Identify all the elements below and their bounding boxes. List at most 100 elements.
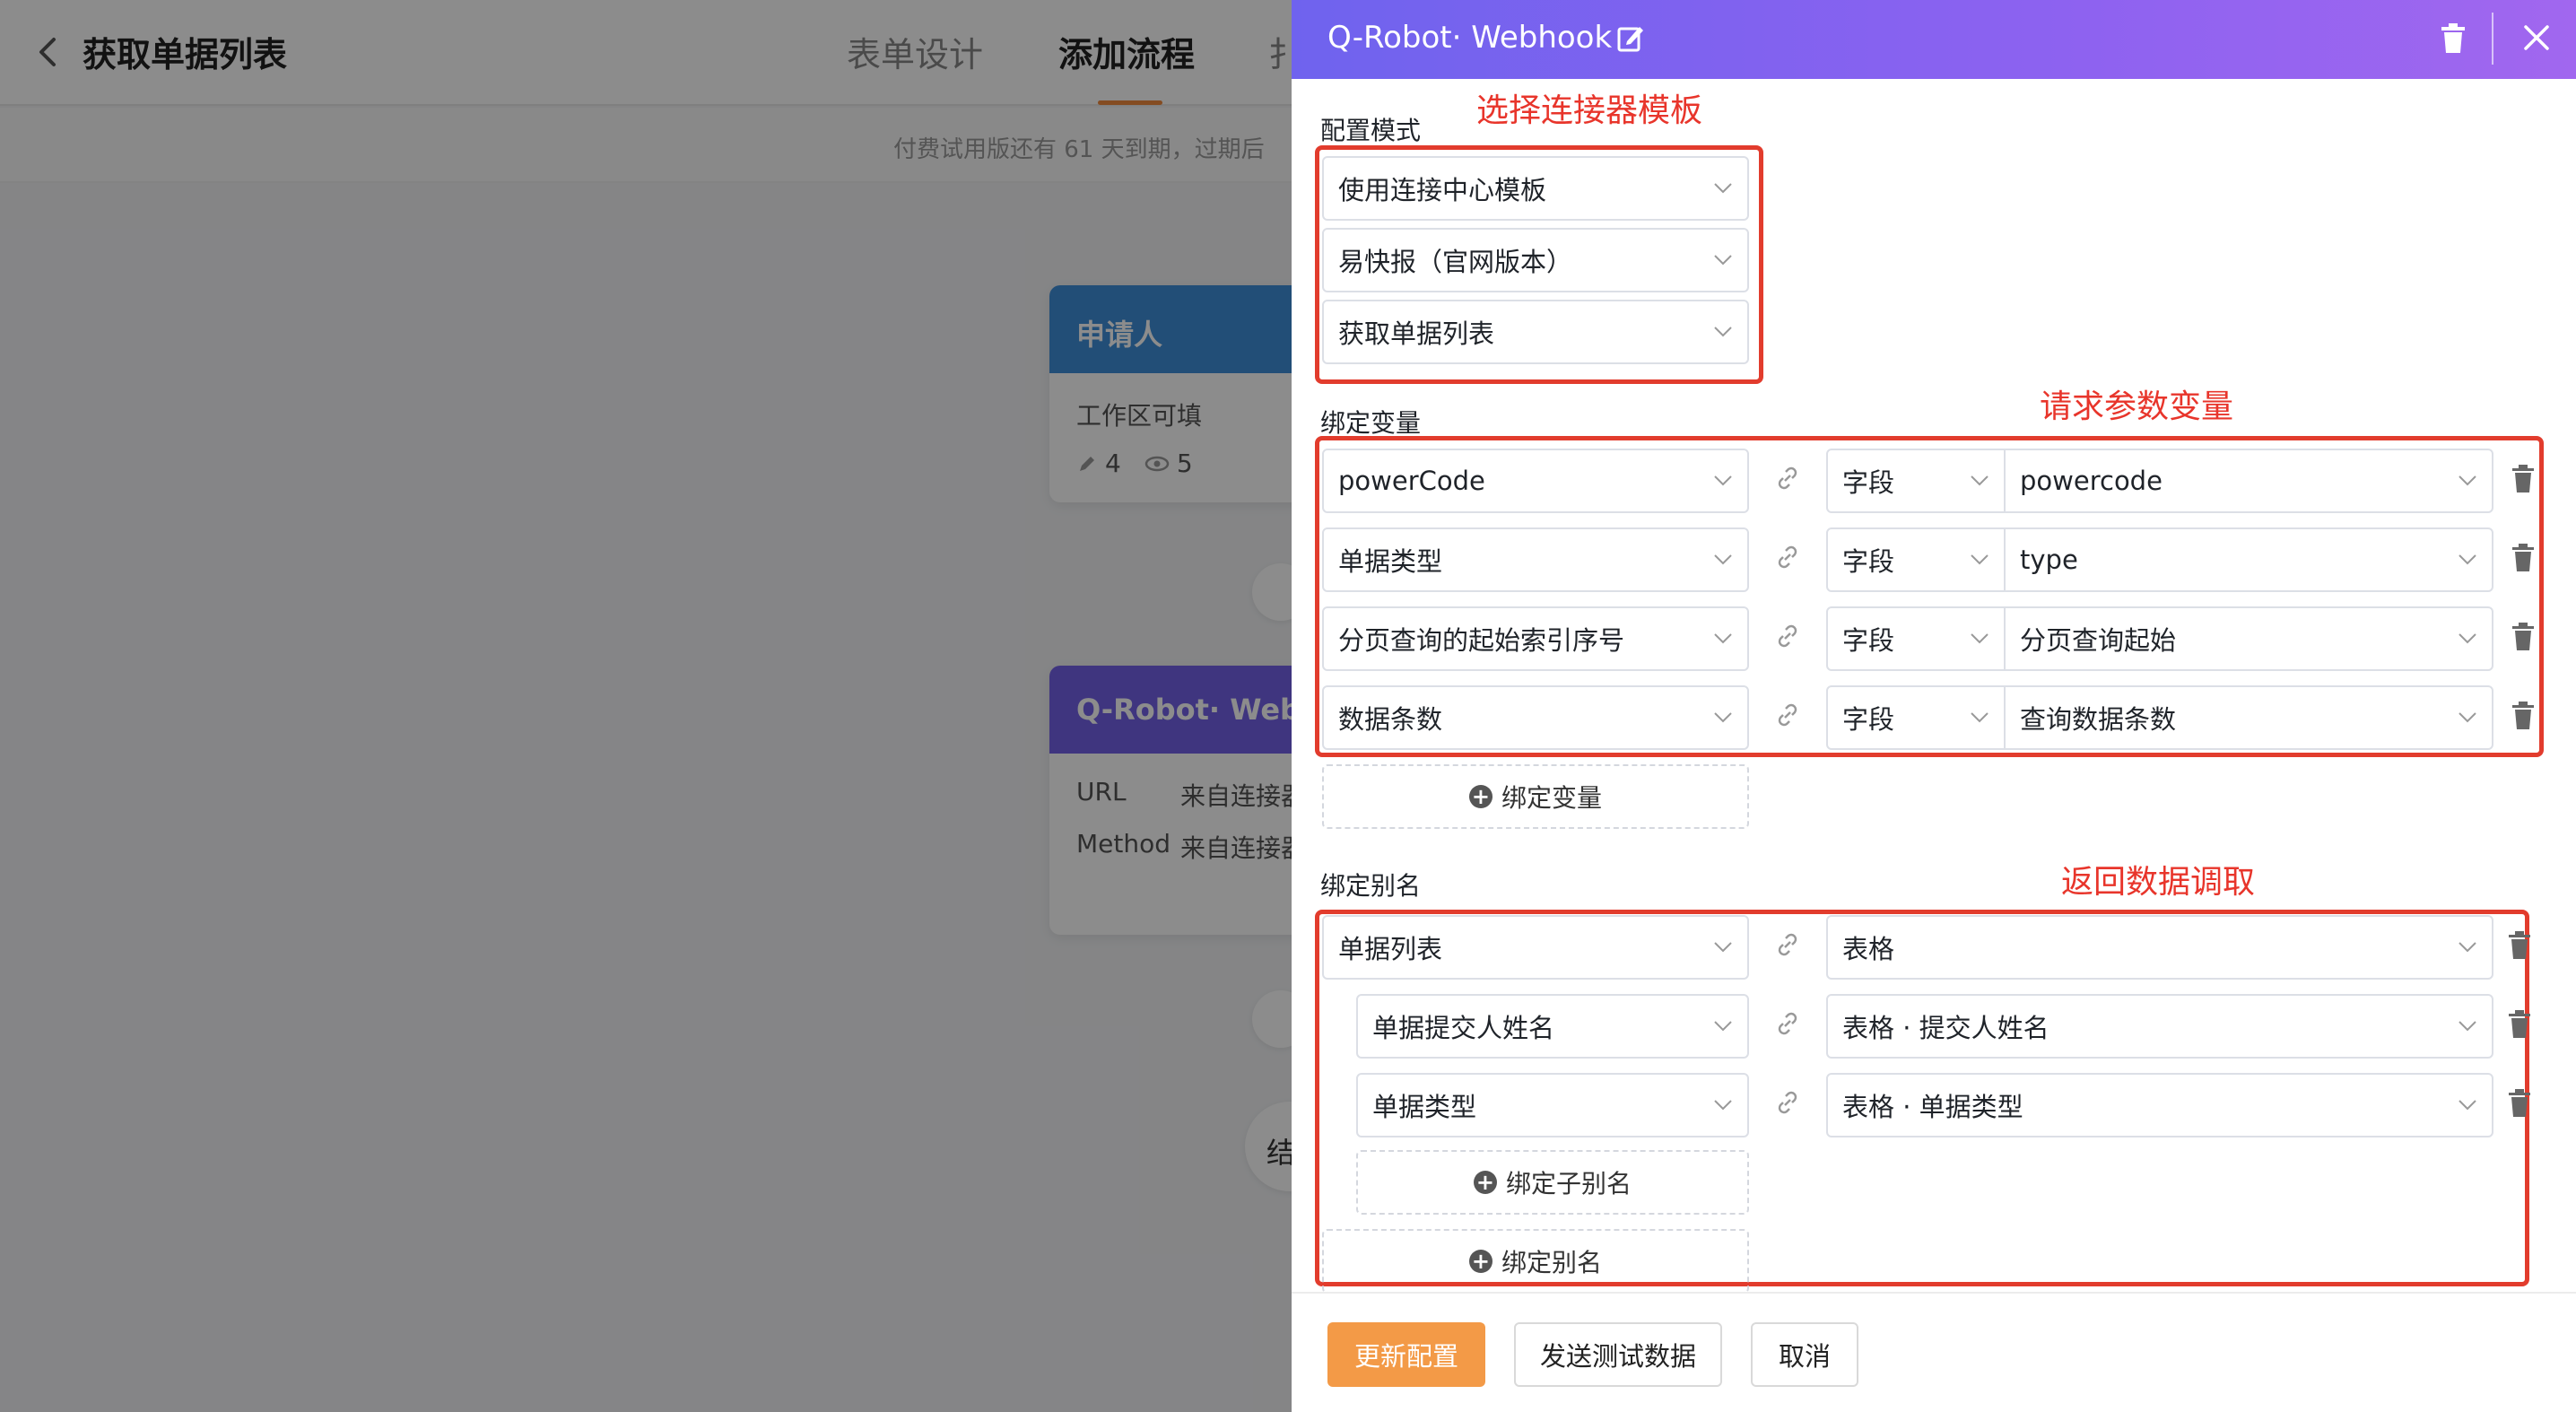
- link-icon: [1774, 931, 1801, 962]
- child-alias-value-select[interactable]: 表格 · 提交人姓名: [1826, 994, 2493, 1059]
- chevron-down-icon: [1714, 554, 1732, 565]
- delete-variable-icon[interactable]: [2511, 544, 2535, 576]
- link-icon: [1774, 623, 1801, 653]
- variable-kind-select[interactable]: 字段: [1826, 685, 2006, 750]
- delete-variable-icon[interactable]: [2511, 623, 2535, 655]
- variable-value-select[interactable]: powercode: [2004, 449, 2493, 513]
- variable-value: 分页查询起始: [2020, 625, 2177, 656]
- close-icon[interactable]: [2520, 22, 2553, 54]
- child-alias-name: 单据类型: [1372, 1092, 1477, 1122]
- variable-value-select[interactable]: 查询数据条数: [2004, 685, 2493, 750]
- action-value: 获取单据列表: [1338, 318, 1495, 349]
- chevron-down-icon: [1714, 633, 1732, 644]
- template-mode-value: 使用连接中心模板: [1338, 175, 1547, 205]
- variable-value-select[interactable]: 分页查询起始: [2004, 606, 2493, 671]
- variable-kind-select[interactable]: 字段: [1826, 449, 2006, 513]
- link-icon: [1774, 1089, 1801, 1120]
- variable-param-name: powerCode: [1338, 466, 1485, 496]
- template-mode-select[interactable]: 使用连接中心模板: [1322, 156, 1749, 221]
- variable-kind: 字段: [1842, 467, 1895, 498]
- variable-param-select[interactable]: 数据条数: [1322, 685, 1749, 750]
- chevron-down-icon: [2459, 554, 2476, 565]
- modal-overlay[interactable]: [0, 0, 1292, 1412]
- chevron-down-icon: [1714, 1100, 1732, 1111]
- delete-child-alias-icon[interactable]: [2508, 1010, 2531, 1042]
- variable-value: type: [2020, 545, 2078, 575]
- add-variable-label: 绑定变量: [1501, 783, 1602, 813]
- chevron-down-icon: [2459, 1100, 2476, 1111]
- alias-parent-select[interactable]: 单据列表: [1322, 915, 1749, 980]
- send-test-data-button[interactable]: 发送测试数据: [1514, 1322, 1722, 1387]
- link-icon: [1774, 544, 1801, 574]
- bind-alias-label: 绑定别名: [1320, 871, 1422, 901]
- add-alias-button[interactable]: + 绑定别名: [1322, 1229, 1749, 1294]
- chevron-down-icon: [2459, 942, 2476, 953]
- variable-kind-select[interactable]: 字段: [1826, 527, 2006, 592]
- variable-kind: 字段: [1842, 704, 1895, 735]
- plus-circle-icon: +: [1468, 785, 1493, 808]
- header-divider: [2492, 13, 2493, 65]
- alias-parent-value-select[interactable]: 表格: [1826, 915, 2493, 980]
- chevron-down-icon: [1714, 327, 1732, 337]
- edit-title-icon[interactable]: [1616, 23, 1645, 54]
- link-icon: [1774, 1010, 1801, 1041]
- chevron-down-icon: [2459, 712, 2476, 723]
- variable-value-select[interactable]: type: [2004, 527, 2493, 592]
- bind-vars-label: 绑定变量: [1320, 408, 1422, 438]
- chevron-down-icon: [1971, 475, 1989, 486]
- chevron-down-icon: [2459, 475, 2476, 486]
- child-alias-name: 单据提交人姓名: [1372, 1013, 1555, 1043]
- footer-divider: [1292, 1292, 2576, 1294]
- link-icon: [1774, 465, 1801, 495]
- variable-param-select[interactable]: powerCode: [1322, 449, 1749, 513]
- add-variable-button[interactable]: + 绑定变量: [1322, 764, 1749, 829]
- variable-param-select[interactable]: 单据类型: [1322, 527, 1749, 592]
- annotation-select-template: 选择连接器模板: [1476, 92, 1703, 129]
- connector-select[interactable]: 易快报（官网版本）: [1322, 228, 1749, 292]
- alias-parent-name: 单据列表: [1338, 934, 1443, 964]
- delete-alias-icon[interactable]: [2508, 931, 2531, 963]
- variable-param-name: 分页查询的起始索引序号: [1338, 625, 1625, 656]
- link-icon: [1774, 702, 1801, 732]
- variable-param-name: 单据类型: [1338, 546, 1443, 577]
- child-alias-select[interactable]: 单据类型: [1356, 1073, 1749, 1137]
- connector-value: 易快报（官网版本）: [1338, 247, 1573, 277]
- child-alias-select[interactable]: 单据提交人姓名: [1356, 994, 1749, 1059]
- variable-value: powercode: [2020, 466, 2163, 496]
- config-mode-label: 配置模式: [1320, 116, 1422, 145]
- child-alias-value-select[interactable]: 表格 · 单据类型: [1826, 1073, 2493, 1137]
- add-child-alias-label: 绑定子别名: [1505, 1169, 1632, 1198]
- chevron-down-icon: [1971, 633, 1989, 644]
- variable-value: 查询数据条数: [2020, 704, 2177, 735]
- variable-kind: 字段: [1842, 625, 1895, 656]
- chevron-down-icon: [1714, 475, 1732, 486]
- annotation-request-params: 请求参数变量: [2040, 388, 2234, 425]
- delete-variable-icon[interactable]: [2511, 702, 2535, 734]
- chevron-down-icon: [2459, 633, 2476, 644]
- chevron-down-icon: [1714, 183, 1732, 194]
- drawer-title: Q-Robot· Webhook: [1327, 20, 1613, 56]
- plus-circle-icon: +: [1473, 1171, 1497, 1194]
- update-config-button[interactable]: 更新配置: [1327, 1322, 1485, 1387]
- cancel-button[interactable]: 取消: [1751, 1322, 1858, 1387]
- delete-node-icon[interactable]: [2440, 23, 2467, 54]
- add-child-alias-button[interactable]: + 绑定子别名: [1356, 1150, 1749, 1215]
- chevron-down-icon: [1714, 712, 1732, 723]
- variable-param-select[interactable]: 分页查询的起始索引序号: [1322, 606, 1749, 671]
- delete-variable-icon[interactable]: [2511, 465, 2535, 497]
- variable-kind-select[interactable]: 字段: [1826, 606, 2006, 671]
- chevron-down-icon: [1714, 1021, 1732, 1032]
- annotation-return-data: 返回数据调取: [2061, 864, 2256, 901]
- variable-kind: 字段: [1842, 546, 1895, 577]
- chevron-down-icon: [2459, 1021, 2476, 1032]
- variable-param-name: 数据条数: [1338, 704, 1443, 735]
- action-select[interactable]: 获取单据列表: [1322, 300, 1749, 364]
- chevron-down-icon: [1971, 554, 1989, 565]
- chevron-down-icon: [1971, 712, 1989, 723]
- child-alias-value: 表格 · 提交人姓名: [1842, 1013, 2049, 1043]
- alias-parent-value: 表格: [1842, 934, 1895, 964]
- plus-circle-icon: +: [1468, 1250, 1493, 1273]
- child-alias-value: 表格 · 单据类型: [1842, 1092, 2023, 1122]
- delete-child-alias-icon[interactable]: [2508, 1089, 2531, 1121]
- chevron-down-icon: [1714, 942, 1732, 953]
